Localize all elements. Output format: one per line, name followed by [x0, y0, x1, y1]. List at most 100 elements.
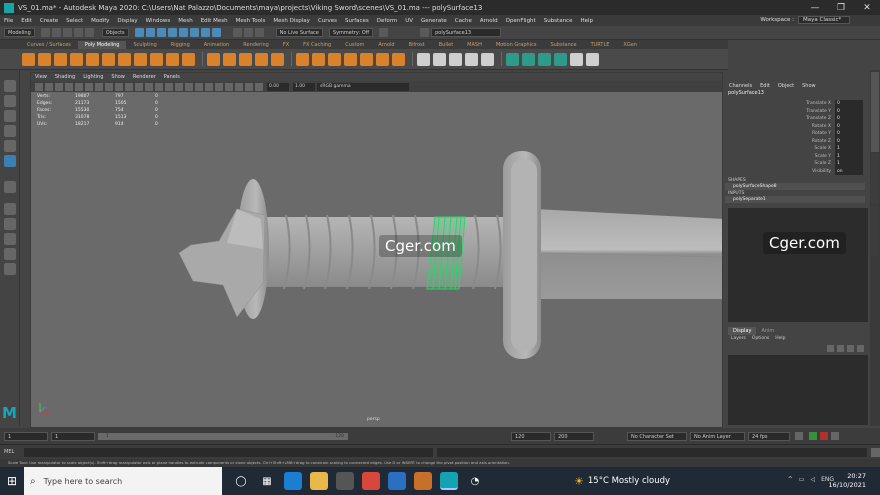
menu-openflight[interactable]: OpenFlight: [506, 18, 536, 24]
attribute-row[interactable]: Scale Z 1: [725, 160, 870, 168]
shelf-tab-animation[interactable]: Animation: [197, 41, 237, 49]
mirror-icon[interactable]: [271, 52, 284, 66]
bevel-icon[interactable]: [328, 52, 341, 66]
attribute-row[interactable]: Rotate Z 0: [725, 137, 870, 145]
store-icon[interactable]: [336, 472, 354, 490]
maya-taskbar-icon[interactable]: [440, 472, 458, 490]
multi-cut-icon[interactable]: [417, 52, 430, 66]
select-component-icon[interactable]: [156, 28, 166, 37]
render-settings-icon[interactable]: [254, 28, 264, 37]
layer-menu-layers[interactable]: Layers: [731, 335, 746, 343]
shelf-tab-poly-modeling[interactable]: Poly Modeling: [77, 41, 127, 49]
playback-end-field[interactable]: 120: [511, 431, 551, 441]
tab-anim[interactable]: Anim: [756, 327, 779, 335]
weather-widget[interactable]: ☀ 15°C Mostly cloudy: [574, 475, 670, 488]
menu-curves[interactable]: Curves: [318, 18, 337, 24]
shelf-tab-motion-graphics[interactable]: Motion Graphics: [489, 41, 544, 49]
uv-layout-icon[interactable]: [570, 52, 583, 66]
sword-model[interactable]: [31, 73, 723, 428]
volume-icon[interactable]: ◁: [810, 476, 815, 483]
menu-select[interactable]: Select: [66, 18, 83, 24]
selection-mode-dropdown[interactable]: Objects: [101, 28, 129, 37]
attribute-value[interactable]: 1: [835, 160, 863, 168]
offset-edge-loop-icon[interactable]: [481, 52, 494, 66]
two-view-layout-icon[interactable]: [4, 233, 16, 245]
command-input[interactable]: [24, 447, 433, 457]
shape-node[interactable]: polySurfaceShape8: [725, 183, 865, 190]
network-icon[interactable]: ▭: [799, 476, 805, 483]
shelf-tab-arnold[interactable]: Arnold: [371, 41, 401, 49]
end-time-field[interactable]: 200: [554, 431, 594, 441]
attribute-row[interactable]: Rotate Y 0: [725, 130, 870, 138]
save-scene-icon[interactable]: [62, 28, 72, 37]
widgets-icon[interactable]: ▦: [258, 472, 276, 490]
menu-windows[interactable]: Windows: [146, 18, 171, 24]
soft-select-icon[interactable]: [420, 28, 430, 37]
symmetry-dropdown[interactable]: Symmetry: Off: [328, 28, 374, 37]
script-editor-icon[interactable]: [871, 447, 880, 457]
menu-substance[interactable]: Substance: [544, 18, 573, 24]
snap-point-icon[interactable]: [189, 28, 199, 37]
move-tool-icon[interactable]: [4, 125, 16, 137]
maximize-button[interactable]: ❐: [828, 3, 854, 13]
command-language-label[interactable]: MEL: [4, 449, 24, 455]
playback-prefs-icon[interactable]: [831, 432, 839, 440]
attribute-value[interactable]: 1: [835, 152, 863, 160]
menu-deform[interactable]: Deform: [377, 18, 397, 24]
windows-start-icon[interactable]: ⊞: [0, 467, 24, 495]
shelf-tab-fx-caching[interactable]: FX Caching: [296, 41, 338, 49]
merge-icon[interactable]: [376, 52, 389, 66]
attribute-row[interactable]: Translate Y 0: [725, 107, 870, 115]
shelf-tab-mash[interactable]: MASH: [460, 41, 489, 49]
channel-menu-channels[interactable]: Channels: [729, 83, 752, 90]
platonic-solid-icon[interactable]: [134, 52, 147, 66]
four-view-layout-icon[interactable]: [4, 218, 16, 230]
menu-set-dropdown[interactable]: Modeling: [4, 28, 35, 37]
automatic-mapping-icon[interactable]: [522, 52, 535, 66]
live-surface-field[interactable]: No Live Surface: [275, 28, 323, 37]
move-layer-down-icon[interactable]: [837, 345, 844, 352]
fill-hole-icon[interactable]: [344, 52, 357, 66]
scale-tool-icon[interactable]: [4, 155, 16, 167]
graph-layout-icon[interactable]: [4, 263, 16, 275]
menu-mesh-display[interactable]: Mesh Display: [273, 18, 310, 24]
planar-mapping-icon[interactable]: [506, 52, 519, 66]
render-icon[interactable]: [232, 28, 242, 37]
attribute-value[interactable]: 0: [835, 100, 863, 108]
photos-icon[interactable]: [414, 472, 432, 490]
perspective-viewport[interactable]: View Shading Lighting Show Renderer Pane…: [30, 72, 723, 428]
last-tool-icon[interactable]: [4, 181, 16, 193]
shelf-tab-xgen[interactable]: XGen: [616, 41, 644, 49]
fps-dropdown[interactable]: 24 fps: [748, 431, 790, 441]
channel-menu-show[interactable]: Show: [802, 83, 816, 90]
snap-curve-icon[interactable]: [178, 28, 188, 37]
separate-icon[interactable]: [223, 52, 236, 66]
channel-menu-object[interactable]: Object: [778, 83, 794, 90]
new-scene-icon[interactable]: [40, 28, 50, 37]
selected-object-field[interactable]: polySurface13: [431, 28, 502, 37]
attribute-value[interactable]: on: [835, 167, 863, 175]
shelf-tab-turtle[interactable]: TURTLE: [584, 41, 617, 49]
collapse-icon[interactable]: [392, 52, 405, 66]
lasso-tool-icon[interactable]: [4, 95, 16, 107]
auto-key-icon[interactable]: [809, 432, 817, 440]
menu-display[interactable]: Display: [117, 18, 137, 24]
attribute-row[interactable]: Scale X 1: [725, 145, 870, 153]
target-weld-icon[interactable]: [433, 52, 446, 66]
uv-editor-icon[interactable]: [554, 52, 567, 66]
poly-pyramid-icon[interactable]: [150, 52, 163, 66]
playback-start-field[interactable]: 1: [51, 431, 95, 441]
menu-file[interactable]: File: [4, 18, 13, 24]
undo-icon[interactable]: [73, 28, 83, 37]
file-explorer-icon[interactable]: [310, 472, 328, 490]
attribute-value[interactable]: 0: [835, 122, 863, 130]
bridge-icon[interactable]: [312, 52, 325, 66]
extrude-icon[interactable]: [296, 52, 309, 66]
menu-surfaces[interactable]: Surfaces: [345, 18, 369, 24]
make-live-icon[interactable]: [211, 28, 221, 37]
shelf-tab-fx[interactable]: FX: [276, 41, 296, 49]
menu-mesh[interactable]: Mesh: [178, 18, 192, 24]
side-tab-attribute-editor[interactable]: [871, 154, 879, 204]
new-layer-selected-icon[interactable]: [857, 345, 864, 352]
shelf-tab-rigging[interactable]: Rigging: [164, 41, 197, 49]
